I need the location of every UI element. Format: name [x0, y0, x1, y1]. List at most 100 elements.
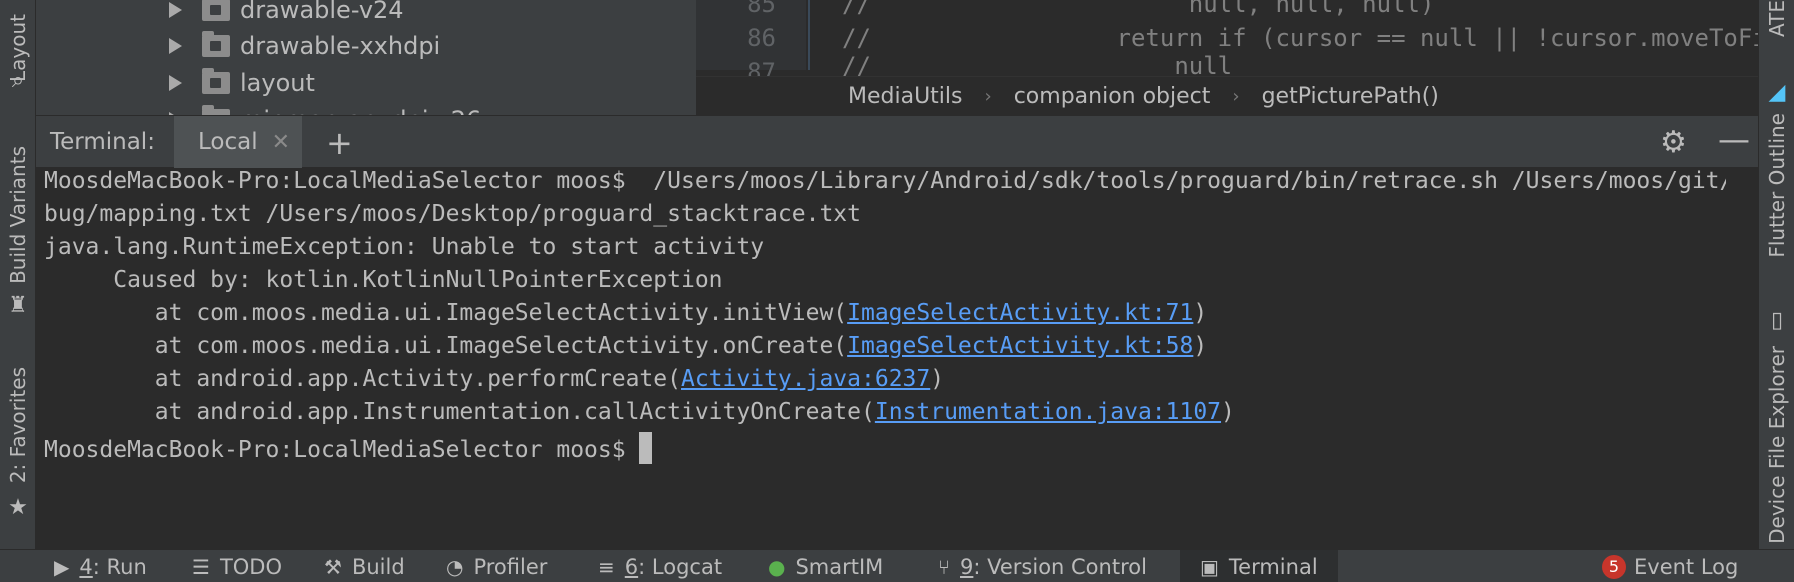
tool-label: : Version Control [973, 554, 1147, 579]
tree-item-label: mipmap-anydpi-v26 [240, 106, 481, 115]
list-icon: ☰ [192, 554, 210, 579]
stack-frame-text: at android.app.Instrumentation.callActiv… [44, 399, 875, 425]
tool-label: Build [351, 554, 405, 579]
mnemonic: 9 [960, 554, 974, 579]
flutter-outline-label: Flutter Outline [1765, 112, 1789, 258]
chevron-right-icon: › [984, 85, 992, 107]
tree-item-label: drawable-xxhdpi [240, 32, 441, 60]
terminal-output[interactable]: MoosdeMacBook-Pro:LocalMediaSelector moo… [36, 168, 1726, 549]
android-icon: ♜ [8, 292, 28, 318]
chat-icon: ● [768, 554, 786, 579]
expand-arrow-icon[interactable] [166, 74, 184, 92]
terminal-prompt-line[interactable]: MoosdeMacBook-Pro:LocalMediaSelector moo… [44, 432, 653, 464]
code-line: // return if (cursor == null || !cursor.… [842, 24, 1758, 52]
chevron-right-icon: › [1232, 85, 1240, 107]
breadcrumb-item[interactable]: getPicturePath() [1262, 84, 1439, 109]
folder-icon [202, 0, 230, 21]
close-icon[interactable]: ✕ [272, 130, 290, 155]
run-tool-button[interactable]: ▶ 4: Run [54, 550, 147, 582]
tree-item-drawable-xxhdpi[interactable]: drawable-xxhdpi [166, 27, 440, 65]
tree-item-label: layout [240, 69, 315, 97]
event-log-tool-button[interactable]: 5 Event Log [1602, 550, 1738, 582]
terminal-line: bug/mapping.txt /Users/moos/Desktop/prog… [44, 201, 861, 227]
code-editor[interactable]: 85 86 87 // null, null, null) // return … [696, 0, 1758, 115]
stack-frame-text: at android.app.Activity.performCreate( [44, 366, 681, 392]
build-variants-label: Build Variants [6, 146, 30, 284]
code-line: // null, null, null) [842, 0, 1435, 18]
terminal-line: at com.moos.media.ui.ImageSelectActivity… [44, 300, 1207, 326]
folder-icon [202, 68, 230, 94]
terminal-header: Terminal: Local ✕ + ⚙ — [36, 115, 1758, 168]
line-number-gutter: 85 86 87 [696, 0, 806, 86]
terminal-title: Terminal: [50, 129, 155, 155]
right-top-tab[interactable]: ATE [1759, 0, 1794, 37]
tool-label: TODO [219, 554, 282, 579]
version-control-tool-button[interactable]: ⑂ 9: Version Control [938, 550, 1147, 582]
tool-label: : Run [92, 554, 147, 579]
tree-item-label: drawable-v24 [240, 0, 404, 24]
device-icon: ▯ [1770, 307, 1784, 333]
right-tool-strip: ATE ◢ Flutter Outline ▯ Device File Expl… [1758, 0, 1794, 549]
device-file-explorer-label: Device File Explorer [1765, 345, 1789, 544]
line-number: 85 [747, 0, 776, 18]
favorites-tab[interactable]: 2: Favorites [0, 360, 36, 490]
favorites-label: 2: Favorites [6, 366, 30, 484]
bottom-tool-bar: ▶ 4: Run ☰ TODO ⚒ Build ◔ Profiler ≡ 6: Logca… [0, 549, 1794, 582]
source-link[interactable]: Instrumentation.java:1107 [875, 399, 1221, 425]
event-count-badge: 5 [1602, 554, 1626, 579]
new-session-plus-icon[interactable]: + [326, 124, 353, 162]
tool-label: Terminal [1228, 554, 1318, 579]
stack-frame-suffix: ) [930, 366, 945, 392]
expand-arrow-icon[interactable] [166, 37, 184, 55]
terminal-line: MoosdeMacBook-Pro:LocalMediaSelector moo… [44, 168, 1726, 194]
lines-icon: ≡ [598, 554, 615, 579]
smartim-tool-button[interactable]: ● SmartIM [768, 550, 883, 582]
source-link[interactable]: ImageSelectActivity.kt:58 [847, 333, 1193, 359]
terminal-line: java.lang.RuntimeException: Unable to st… [44, 234, 765, 260]
mnemonic: 6 [624, 554, 639, 579]
gear-icon[interactable]: ⚙ [1660, 125, 1687, 160]
build-tool-button[interactable]: ⚒ Build [324, 550, 405, 582]
hammer-icon: ⚒ [324, 554, 342, 579]
terminal-scroll-gutter[interactable] [1726, 168, 1758, 549]
terminal-cursor [639, 432, 653, 464]
terminal-line: Caused by: kotlin.KotlinNullPointerExcep… [44, 267, 723, 293]
project-tree-panel: drawable-v24 drawable-xxhdpi layout mipm… [36, 0, 696, 115]
profiler-tool-button[interactable]: ◔ Profiler [446, 550, 547, 582]
tool-label: Event Log [1634, 554, 1739, 579]
terminal-tab-label: Local [198, 129, 258, 155]
folder-icon [202, 31, 230, 57]
line-number: 86 [747, 24, 776, 52]
stack-frame-suffix: ) [1193, 333, 1208, 359]
terminal-icon: ▣ [1200, 554, 1219, 579]
flutter-outline-tab[interactable]: Flutter Outline [1759, 110, 1794, 260]
breadcrumb-item[interactable]: MediaUtils [848, 84, 963, 109]
play-icon: ▶ [54, 554, 70, 579]
expand-arrow-icon[interactable] [166, 1, 184, 19]
terminal-tool-button[interactable]: ▣ Terminal [1180, 550, 1338, 582]
star-icon: ★ [8, 494, 28, 520]
tool-label: : Logcat [638, 554, 723, 579]
terminal-line: at android.app.Activity.performCreate(Ac… [44, 366, 944, 392]
todo-tool-button[interactable]: ☰ TODO [192, 550, 282, 582]
breadcrumb: MediaUtils › companion object › getPictu… [696, 76, 1758, 115]
stack-frame-text: at com.moos.media.ui.ImageSelectActivity… [44, 300, 848, 326]
terminal-prompt: MoosdeMacBook-Pro:LocalMediaSelector moo… [44, 437, 640, 463]
terminal-tab-local[interactable]: Local ✕ [174, 116, 302, 168]
breadcrumb-item[interactable]: companion object [1014, 84, 1211, 109]
stack-frame-suffix: ) [1193, 300, 1208, 326]
source-link[interactable]: ImageSelectActivity.kt:71 [847, 300, 1193, 326]
stack-frame-text: at com.moos.media.ui.ImageSelectActivity… [44, 333, 848, 359]
mnemonic: 4 [79, 554, 93, 579]
right-top-tab-label: ATE [1765, 0, 1789, 37]
minimize-icon[interactable]: — [1718, 120, 1750, 158]
tree-item-layout[interactable]: layout [166, 64, 315, 102]
tree-item-mipmap[interactable]: mipmap-anydpi-v26 [166, 101, 481, 115]
logcat-tool-button[interactable]: ≡ 6: Logcat [598, 550, 722, 582]
device-file-explorer-tab[interactable]: Device File Explorer [1759, 340, 1794, 549]
tree-item-drawable-v24[interactable]: drawable-v24 [166, 0, 404, 29]
build-variants-tab[interactable]: Build Variants [0, 140, 36, 290]
source-link[interactable]: Activity.java:6237 [681, 366, 930, 392]
terminal-line: at android.app.Instrumentation.callActiv… [44, 399, 1235, 425]
tool-label: Profiler [473, 554, 548, 579]
